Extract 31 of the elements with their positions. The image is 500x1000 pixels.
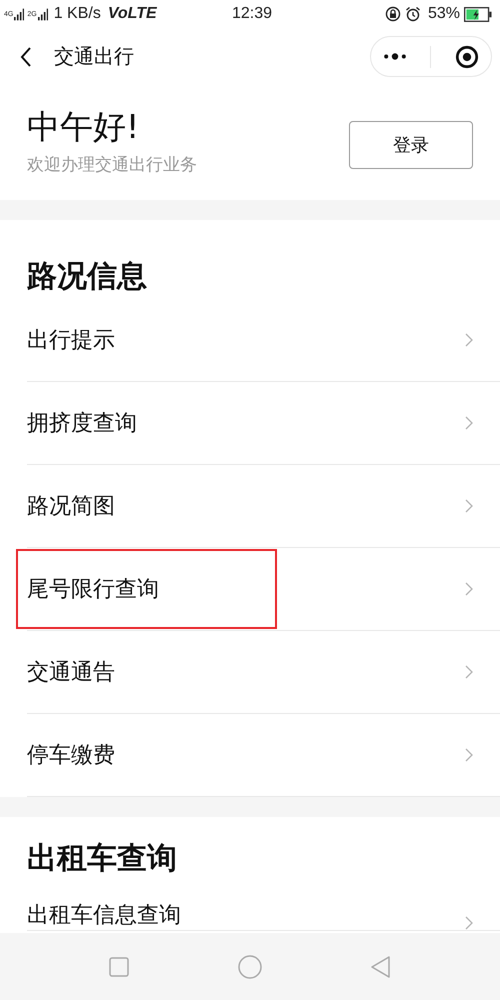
greeting-subtitle: 欢迎办理交通出行业务 [27,154,197,176]
clock-time: 12:39 [232,5,274,23]
section-title: 路况信息 [27,258,148,296]
menu-item[interactable]: 路况简图 [27,465,500,548]
chevron-icon [465,916,473,930]
close-icon[interactable] [455,44,480,68]
menu-item[interactable]: 交通通告 [27,631,500,714]
alarm-icon [404,6,421,22]
back-icon[interactable] [20,46,32,68]
greeting-title: 中午好! [27,106,140,148]
login-button[interactable]: 登录 [349,121,473,169]
page-title: 交通出行 [54,43,135,70]
chevron-icon [465,582,473,596]
menu-item[interactable]: 尾号限行查询 [27,548,500,631]
battery-icon [464,6,492,22]
more-icon[interactable] [382,52,407,61]
section-title: 出租车查询 [27,840,178,878]
signal-icon [38,8,48,20]
menu-item[interactable]: 出租车信息查询 [27,881,500,931]
battery-percent: 53% [428,5,460,23]
rotation-lock-icon [384,6,401,22]
menu-item[interactable]: 出行提示 [27,299,500,382]
chevron-icon [465,416,473,430]
volte-label: VoLTE [108,5,157,23]
menu-item[interactable]: 拥挤度查询 [27,382,500,465]
network-speed: 1 KB/s [54,5,101,23]
chevron-icon [465,333,473,347]
chevron-icon [465,748,473,762]
signal-icon [14,8,24,20]
chevron-icon [465,499,473,513]
chevron-icon [465,665,473,679]
